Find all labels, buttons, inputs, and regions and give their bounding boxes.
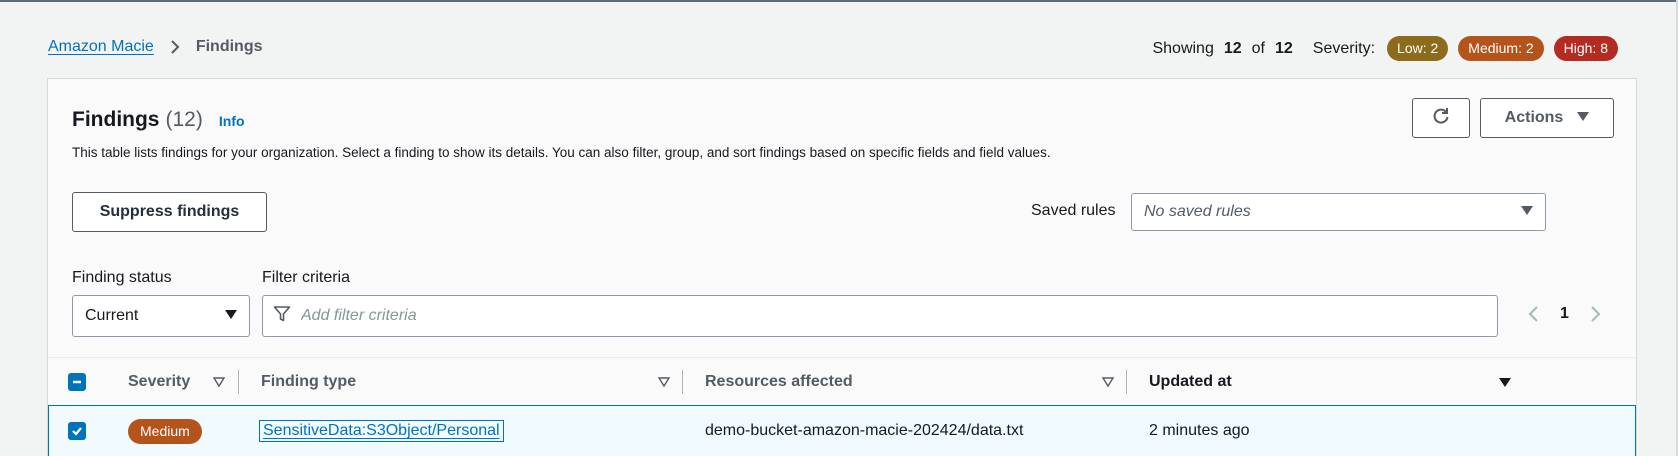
finding-type-cell: SensitiveData:S3Object/Personal <box>259 406 504 456</box>
column-header-severity[interactable]: Severity <box>128 358 226 406</box>
column-divider <box>1126 370 1127 394</box>
pagination: 1 <box>1526 304 1603 324</box>
page-number[interactable]: 1 <box>1560 305 1569 323</box>
severity-cell: Medium <box>128 406 202 456</box>
severity-high-badge[interactable]: High: 8 <box>1553 36 1618 61</box>
updated-at-cell: 2 minutes ago <box>1149 422 1250 439</box>
breadcrumb: Amazon Macie Findings <box>48 38 262 56</box>
of-label: of <box>1251 39 1265 57</box>
findings-count: (12) <box>165 108 203 131</box>
sort-icon[interactable] <box>1101 375 1115 389</box>
showing-label: Showing <box>1152 39 1214 57</box>
sort-icon[interactable] <box>657 375 671 389</box>
select-all-checkbox[interactable] <box>68 373 86 391</box>
actions-label: Actions <box>1504 109 1564 126</box>
sort-desc-icon[interactable] <box>1498 375 1512 389</box>
showing-count: 12 <box>1223 39 1242 57</box>
column-divider <box>682 370 683 394</box>
finding-status-label: Finding status <box>72 269 172 286</box>
saved-rules-value: No saved rules <box>1144 203 1251 220</box>
severity-label: Severity: <box>1312 39 1376 57</box>
filter-icon <box>273 305 291 328</box>
finding-status-value: Current <box>85 307 139 324</box>
row-select-cell <box>68 406 86 456</box>
top-border <box>0 0 1678 2</box>
caret-down-icon <box>1577 109 1590 127</box>
filter-criteria-field[interactable] <box>262 295 1498 337</box>
column-label: Severity <box>128 373 191 390</box>
findings-panel: Findings (12) Info This table lists find… <box>47 78 1637 456</box>
saved-rules-label: Saved rules <box>1031 202 1116 219</box>
refresh-button[interactable] <box>1412 98 1470 138</box>
sort-icon[interactable] <box>212 375 226 389</box>
caret-down-icon <box>1521 203 1533 221</box>
finding-status-select[interactable]: Current <box>72 295 250 337</box>
chevron-left-icon[interactable] <box>1526 304 1542 324</box>
info-link[interactable]: Info <box>219 113 245 129</box>
table-row[interactable]: Medium SensitiveData:S3Object/Personal d… <box>48 405 1636 456</box>
panel-description: This table lists findings for your organ… <box>72 145 1051 160</box>
filter-criteria-label: Filter criteria <box>262 269 351 286</box>
column-label: Updated at <box>1149 373 1232 390</box>
column-label: Resources affected <box>705 373 853 390</box>
breadcrumb-amazon-macie[interactable]: Amazon Macie <box>48 38 154 56</box>
table-header: Severity Finding type Resources affected… <box>48 357 1636 405</box>
severity-badge: Medium <box>128 418 202 444</box>
actions-button[interactable]: Actions <box>1480 98 1614 138</box>
total-count: 12 <box>1274 39 1293 57</box>
suppress-findings-button[interactable]: Suppress findings <box>72 192 267 232</box>
column-header-updated-at[interactable]: Updated at <box>1149 358 1512 406</box>
column-label: Finding type <box>261 373 357 390</box>
column-divider <box>238 370 239 394</box>
panel-header: Findings (12) Info <box>72 108 245 132</box>
severity-medium-badge[interactable]: Medium: 2 <box>1458 36 1544 61</box>
select-all-cell <box>68 358 86 406</box>
severity-low-badge[interactable]: Low: 2 <box>1387 36 1449 61</box>
chevron-right-icon[interactable] <box>1587 304 1603 324</box>
findings-summary: Showing 12 of 12 Severity: Low: 2 Medium… <box>1152 36 1618 61</box>
caret-down-icon <box>225 307 237 325</box>
saved-rules-select[interactable]: No saved rules <box>1131 193 1546 231</box>
row-checkbox[interactable] <box>68 422 86 440</box>
page-title: Findings <box>72 108 160 131</box>
column-header-resources-affected[interactable]: Resources affected <box>705 358 1115 406</box>
refresh-icon <box>1431 106 1451 131</box>
filter-criteria-input[interactable] <box>301 307 1487 325</box>
chevron-right-icon <box>166 38 184 56</box>
breadcrumb-findings: Findings <box>195 38 263 55</box>
column-header-finding-type[interactable]: Finding type <box>261 358 671 406</box>
finding-type-link[interactable]: SensitiveData:S3Object/Personal <box>259 420 504 442</box>
resource-cell: demo-bucket-amazon-macie-202424/data.txt <box>705 422 1024 439</box>
